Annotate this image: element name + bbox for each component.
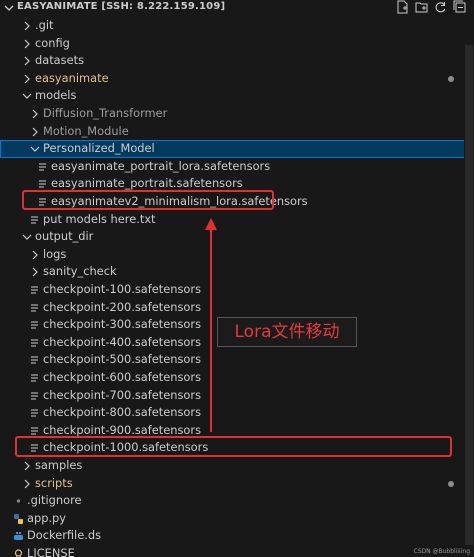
- tree-folder[interactable]: output_dir: [0, 228, 474, 246]
- tree-item-label: .git: [35, 18, 54, 32]
- tree-folder[interactable]: config: [0, 35, 474, 53]
- tree-item-label: checkpoint-100.safetensors: [43, 282, 202, 296]
- file-lines-icon: [31, 321, 38, 329]
- tree-folder[interactable]: sanity_check: [0, 263, 474, 281]
- tree-file[interactable]: checkpoint-500.safetensors: [0, 351, 474, 369]
- scrollbar[interactable]: [464, 17, 474, 557]
- file-lines-icon: [31, 286, 38, 294]
- explorer-header: EASYANIMATE [SSH: 8.222.159.109]: [0, 0, 474, 17]
- tree-item-label: logs: [43, 246, 67, 261]
- tree-file[interactable]: app.py: [0, 510, 474, 528]
- docker-icon: [14, 532, 23, 541]
- chevron-right-icon[interactable]: [29, 266, 41, 278]
- file-lines-icon: [31, 392, 38, 400]
- tree-file[interactable]: .gitignore: [0, 492, 474, 510]
- tree-item-label: config: [35, 35, 70, 50]
- tree-item-label: put models here.txt: [43, 211, 156, 226]
- chevron-right-icon[interactable]: [21, 478, 33, 490]
- tree-item-label: app.py: [27, 510, 67, 525]
- new-folder-icon[interactable]: [415, 0, 428, 14]
- git-icon: [16, 499, 21, 503]
- tree-item-label: checkpoint-700.safetensors: [43, 387, 202, 402]
- explorer-title: EASYANIMATE [SSH: 8.222.159.109]: [17, 1, 226, 12]
- annotation-label: Lora文件移动: [217, 317, 357, 347]
- tree-file[interactable]: put models here.txt: [0, 211, 474, 229]
- tree-item-label: checkpoint-200.safetensors: [43, 299, 202, 314]
- tree-item-label: output_dir: [35, 229, 94, 244]
- tree-file[interactable]: checkpoint-700.safetensors: [0, 387, 474, 405]
- chevron-right-icon[interactable]: [29, 108, 41, 120]
- tree-item-label: easyanimate: [35, 70, 109, 85]
- chevron-right-icon[interactable]: [21, 73, 33, 85]
- tree-item-label: scripts: [35, 475, 73, 490]
- file-lines-icon: [31, 304, 38, 312]
- tree-item-label: LICENSE: [27, 546, 75, 557]
- chevron-down-icon[interactable]: [3, 2, 15, 14]
- license-icon: [14, 549, 23, 557]
- collapse-all-icon[interactable]: [453, 0, 466, 14]
- file-lines-icon: [39, 180, 46, 188]
- tree-item-label: Personalized_Model: [43, 141, 155, 156]
- tree-item-label: sanity_check: [43, 264, 117, 279]
- tree-folder[interactable]: scripts: [0, 475, 474, 493]
- chevron-right-icon[interactable]: [21, 55, 33, 67]
- modified-dot: [448, 75, 454, 82]
- tree-file[interactable]: Dockerfile.ds: [0, 527, 474, 545]
- file-lines-icon: [31, 356, 38, 364]
- tree-item-label: checkpoint-500.safetensors: [43, 352, 202, 367]
- chevron-right-icon[interactable]: [21, 20, 33, 32]
- tree-file[interactable]: LICENSE: [0, 545, 474, 557]
- chevron-down-icon[interactable]: [21, 90, 33, 102]
- tree-file[interactable]: checkpoint-800.safetensors: [0, 404, 474, 422]
- chevron-right-icon[interactable]: [21, 460, 33, 472]
- tree-folder[interactable]: datasets: [0, 52, 474, 70]
- chevron-right-icon[interactable]: [29, 126, 41, 138]
- watermark: CSDN @Bubbliiiing: [413, 548, 471, 555]
- tree-item-label: Dockerfile.ds: [27, 528, 102, 543]
- scroll-thumb[interactable]: [465, 45, 473, 545]
- tree-folder[interactable]: Personalized_Model: [0, 140, 474, 158]
- python-icon: [14, 513, 23, 524]
- highlight-box-lora-file: [22, 190, 274, 210]
- tree-file[interactable]: checkpoint-200.safetensors: [0, 299, 474, 317]
- new-file-icon[interactable]: [396, 0, 409, 14]
- chevron-down-icon[interactable]: [21, 231, 33, 243]
- tree-folder[interactable]: Diffusion_Transformer: [0, 105, 474, 123]
- tree-file[interactable]: checkpoint-600.safetensors: [0, 369, 474, 387]
- tree-item-label: checkpoint-400.safetensors: [43, 334, 202, 349]
- tree-item-label: .gitignore: [27, 493, 82, 508]
- file-lines-icon: [31, 216, 38, 224]
- chevron-right-icon[interactable]: [21, 38, 33, 50]
- tree-item-label: checkpoint-300.safetensors: [43, 317, 202, 332]
- tree-item-label: Motion_Module: [43, 123, 129, 138]
- chevron-right-icon[interactable]: [29, 249, 41, 261]
- tree-item-label: models: [35, 88, 77, 103]
- tree-item-label: easyanimate_portrait_lora.safetensors: [51, 158, 271, 173]
- tree-item-label: samples: [35, 458, 83, 472]
- tree-item-label: checkpoint-800.safetensors: [43, 405, 202, 420]
- tree-item-label: Diffusion_Transformer: [43, 106, 168, 120]
- tree-item-label: checkpoint-600.safetensors: [43, 370, 202, 384]
- file-lines-icon: [31, 427, 38, 435]
- tree-file[interactable]: easyanimate_portrait_lora.safetensors: [0, 158, 474, 176]
- modified-dot: [448, 480, 454, 487]
- file-lines-icon: [39, 163, 46, 171]
- file-lines-icon: [31, 409, 38, 417]
- tree-folder[interactable]: samples: [0, 457, 474, 475]
- tree-folder[interactable]: Motion_Module: [0, 123, 474, 141]
- tree-folder[interactable]: logs: [0, 246, 474, 264]
- tree-item-label: datasets: [35, 53, 84, 68]
- tree-file[interactable]: checkpoint-100.safetensors: [0, 281, 474, 299]
- refresh-icon[interactable]: [434, 0, 447, 14]
- highlight-box-checkpoint: [15, 436, 452, 457]
- tree-folder[interactable]: models: [0, 87, 474, 105]
- explorer-actions: [396, 0, 466, 15]
- file-lines-icon: [31, 339, 38, 347]
- file-lines-icon: [31, 374, 38, 382]
- chevron-down-icon[interactable]: [29, 143, 41, 155]
- tree-folder[interactable]: easyanimate: [0, 70, 474, 88]
- tree-folder[interactable]: .git: [0, 17, 474, 35]
